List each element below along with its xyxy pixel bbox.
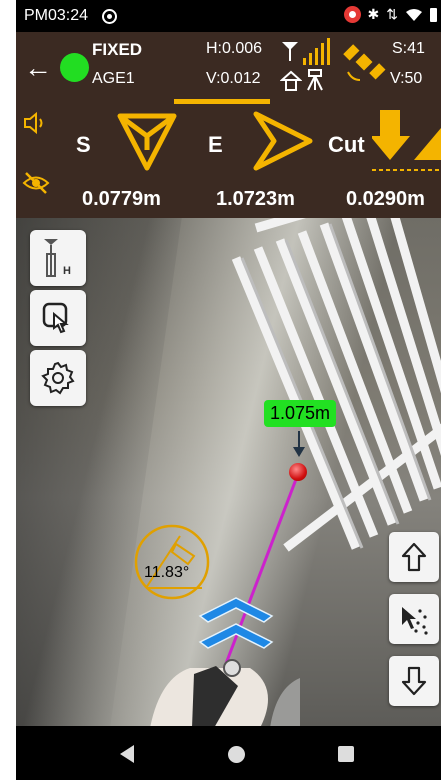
lower-button[interactable] [389, 656, 439, 706]
system-nav-bar [16, 726, 441, 780]
antenna-icon [282, 42, 298, 61]
direction-2-value: 1.0723m [216, 188, 295, 210]
satellites-visible: V:50 [390, 70, 423, 87]
cut-arrow-icon [372, 110, 441, 171]
status-time: PM03:24 [24, 7, 89, 24]
cursor-points-icon [402, 607, 428, 635]
point-cloud-button[interactable] [389, 594, 439, 644]
touch-mode-button[interactable] [30, 290, 86, 346]
east-arrow-icon [253, 111, 313, 171]
screen-record-icon [102, 9, 117, 24]
tilt-angle-label: 11.83° [144, 564, 190, 581]
gear-icon [41, 361, 75, 395]
status-icons: ✱ ⇅ [343, 6, 437, 23]
device-screen: PM03:24 ✱ ⇅ ← FIXED AGE1 H:0.006 V:0.012 [16, 0, 441, 780]
nav-home-icon[interactable] [228, 746, 245, 763]
antenna-height-button[interactable]: H [30, 230, 86, 286]
status-bar: PM03:24 ✱ ⇅ [16, 0, 441, 32]
battery-icon [430, 7, 437, 22]
horizontal-precision: H:0.006 [206, 40, 263, 57]
satellites-used: S:41 [392, 40, 425, 57]
target-pointer-icon [293, 431, 305, 457]
visibility-off-icon[interactable] [22, 170, 50, 196]
hand-pointer-icon [42, 302, 69, 334]
signal-strength-icon [303, 38, 330, 65]
tilt-indicator-icon [134, 524, 210, 600]
vertical-precision: V:0.012 [206, 70, 261, 87]
wifi-icon [406, 8, 422, 21]
direction-1-label: S [76, 132, 91, 157]
raise-button[interactable] [389, 532, 439, 582]
south-arrow-icon [117, 113, 177, 171]
fix-status-indicator [60, 53, 89, 82]
direction-1-value: 0.0779m [82, 188, 161, 210]
direction-chevrons-icon [198, 597, 274, 649]
cast-icon [343, 6, 361, 23]
fix-status: FIXED [92, 40, 143, 59]
target-distance-label: 1.075m [264, 400, 337, 427]
nav-recents-icon[interactable] [338, 746, 354, 762]
arrow-down-icon [401, 666, 427, 696]
ar-camera-view[interactable]: H 1.075m 11.83° [16, 218, 441, 726]
bluetooth-icon: ✱ [367, 6, 380, 22]
data-arrows-icon: ⇅ [386, 6, 398, 22]
target-point[interactable] [289, 463, 307, 481]
cut-fill-label: Cut [328, 132, 365, 157]
tripod-icon [307, 69, 323, 91]
direction-2-label: E [208, 132, 223, 157]
back-button[interactable]: ← [24, 52, 52, 84]
survey-pole [150, 659, 300, 726]
satellite-icon [343, 44, 386, 81]
settings-button[interactable] [30, 350, 86, 406]
diff-age: AGE1 [92, 70, 135, 87]
base-station-icon [280, 70, 302, 91]
svg-text:H: H [63, 265, 71, 277]
stakeout-header: ← FIXED AGE1 H:0.006 V:0.012 S:41 V:50 S… [16, 32, 441, 218]
cut-fill-value: 0.0290m [346, 188, 425, 210]
active-tab-indicator [174, 99, 270, 104]
antenna-height-icon: H [44, 239, 71, 277]
arrow-up-icon [401, 542, 427, 572]
nav-back-icon[interactable] [118, 744, 136, 764]
sound-icon[interactable] [22, 110, 48, 136]
